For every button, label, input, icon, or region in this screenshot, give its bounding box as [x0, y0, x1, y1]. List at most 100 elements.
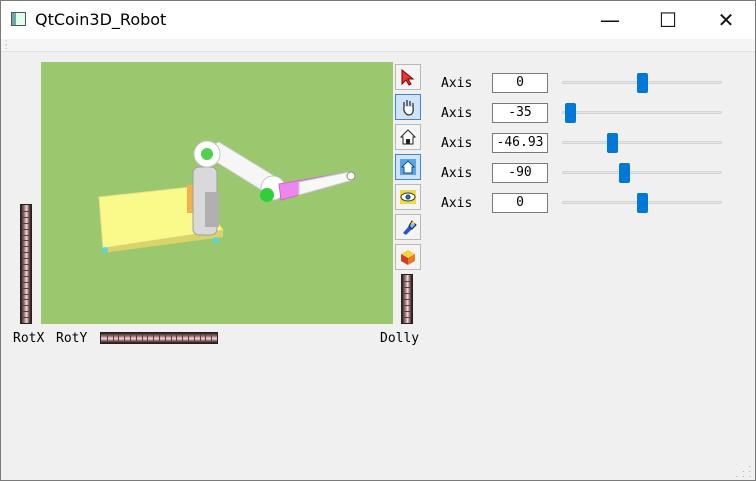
close-icon: ✕	[717, 8, 735, 32]
resize-grip-icon[interactable]: .. .. . .	[736, 461, 752, 479]
home-button[interactable]	[395, 124, 421, 150]
wheel-tick	[193, 335, 195, 341]
eye-view-all-icon	[400, 190, 416, 204]
roty-label: RotY	[56, 331, 88, 346]
axis-label: Axis	[441, 106, 473, 121]
view-mode-button[interactable]	[395, 94, 421, 120]
arrow-pointer-icon	[401, 68, 415, 86]
minimize-button[interactable]: —	[581, 1, 639, 39]
wheel-tick	[23, 299, 29, 301]
axis-slider[interactable]	[562, 163, 722, 185]
pick-mode-button[interactable]	[395, 64, 421, 90]
wheel-tick	[170, 335, 172, 341]
axis-label: Axis	[441, 136, 473, 151]
wheel-tick	[205, 335, 207, 341]
main-window: QtCoin3D_Robot — ☐ ✕ :: RotX RotY Dolly …	[0, 0, 756, 481]
set-home-icon	[400, 159, 416, 175]
end-effector	[346, 171, 356, 181]
dolly-wheel[interactable]	[401, 274, 413, 324]
column-motor	[205, 192, 219, 227]
maximize-button[interactable]: ☐	[639, 1, 697, 39]
rotx-label: RotX	[13, 331, 45, 346]
wheel-tick	[188, 335, 189, 341]
home-icon	[399, 129, 417, 145]
wheel-tick	[153, 335, 155, 341]
wheel-tick	[176, 335, 178, 341]
axis-label: Axis	[441, 196, 473, 211]
robot-scene	[98, 140, 356, 253]
projection-button[interactable]	[395, 244, 421, 270]
wheel-tick	[159, 335, 160, 341]
wheel-tick	[147, 335, 149, 341]
elbow-cap	[260, 188, 274, 202]
wheel-tick	[23, 305, 29, 307]
axis-value-field[interactable]: 0	[492, 193, 548, 213]
axis-slider[interactable]	[562, 133, 722, 155]
wheel-tick	[23, 240, 29, 242]
wheel-tick	[23, 258, 29, 260]
wheel-tick	[404, 311, 410, 312]
wheel-tick	[404, 281, 410, 282]
wheel-tick	[141, 335, 143, 341]
slider-thumb[interactable]	[637, 193, 648, 213]
axis-value-field[interactable]: -90	[492, 163, 548, 183]
flashlight-seek-icon	[403, 220, 417, 235]
maximize-icon: ☐	[659, 8, 677, 32]
wheel-tick	[112, 335, 114, 341]
base-foot	[102, 247, 108, 253]
grip-icon[interactable]: ::	[5, 39, 7, 51]
wheel-tick	[23, 222, 29, 224]
toolbar-strip: ::	[1, 39, 755, 52]
seek-button[interactable]	[395, 214, 421, 240]
dolly-label: Dolly	[380, 331, 420, 346]
wheel-tick	[23, 252, 29, 254]
wheel-tick	[211, 335, 213, 341]
wheel-tick	[23, 216, 29, 218]
view-all-button[interactable]	[395, 184, 421, 210]
axis-value-field[interactable]: -35	[492, 103, 548, 123]
slider-thumb[interactable]	[637, 73, 648, 93]
wheel-tick	[182, 335, 184, 341]
wheel-tick	[404, 293, 410, 294]
rotx-wheel[interactable]	[20, 204, 32, 324]
window-title: QtCoin3D_Robot	[35, 10, 167, 29]
wheel-tick	[124, 335, 126, 341]
title-bar[interactable]: QtCoin3D_Robot — ☐ ✕	[1, 1, 755, 39]
3d-viewport[interactable]	[41, 62, 393, 324]
slider-thumb[interactable]	[607, 133, 618, 153]
wheel-tick	[23, 264, 29, 265]
axis-value-field[interactable]: 0	[492, 73, 548, 93]
minimize-icon: —	[600, 8, 620, 32]
shoulder-cap	[201, 148, 213, 160]
slider-thumb[interactable]	[619, 163, 630, 183]
wheel-tick	[106, 335, 108, 341]
close-button[interactable]: ✕	[697, 1, 755, 39]
wheel-tick	[23, 287, 29, 289]
wheel-tick	[23, 246, 29, 248]
roty-wheel[interactable]	[100, 332, 218, 344]
axis-value-field[interactable]: -46.93	[492, 133, 548, 153]
wheel-tick	[23, 275, 29, 277]
wheel-tick	[130, 335, 131, 341]
axis-label: Axis	[441, 76, 473, 91]
wheel-tick	[404, 305, 410, 306]
slider-thumb[interactable]	[565, 103, 576, 123]
axis-label: Axis	[441, 166, 473, 181]
wheel-tick	[118, 335, 120, 341]
axis-slider[interactable]	[562, 103, 722, 125]
set-home-button[interactable]	[395, 154, 421, 180]
wheel-tick	[199, 335, 201, 341]
app-icon	[11, 12, 26, 26]
base-foot	[213, 237, 219, 243]
wheel-tick	[135, 335, 137, 341]
wheel-tick	[404, 287, 410, 288]
wheel-tick	[23, 311, 29, 313]
perspective-cube-icon	[401, 250, 415, 265]
wheel-tick	[23, 281, 29, 283]
wheel-tick	[23, 269, 29, 271]
axis-slider[interactable]	[562, 73, 722, 95]
wheel-tick	[23, 210, 29, 212]
wheel-tick	[23, 228, 29, 230]
wheel-tick	[404, 317, 410, 318]
axis-slider[interactable]	[562, 193, 722, 215]
